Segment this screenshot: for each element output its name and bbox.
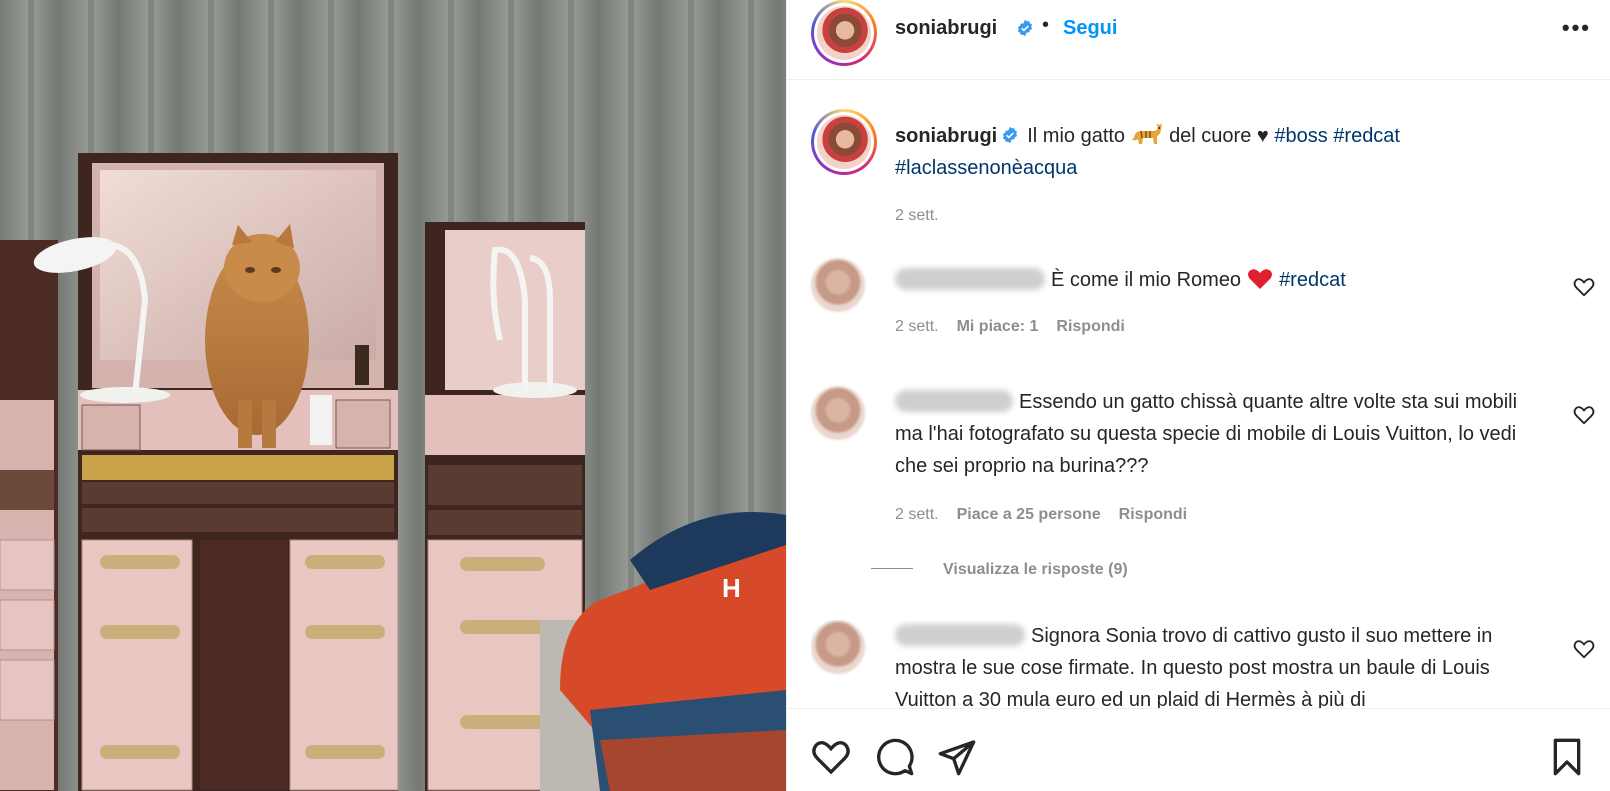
reply-button[interactable]: Rispondi [1056,318,1124,335]
reply-button[interactable]: Rispondi [1119,506,1187,523]
caption-text-before: Il mio gatto [1027,125,1126,147]
comment-text-block: Signora Sonia trovo di cattivo gusto il … [895,620,1525,708]
post-caption: soniabrugi Il mio gatto del cuore ♥ #boss … [895,120,1585,184]
comment-likes[interactable]: Piace a 25 persone [957,506,1101,523]
like-icon[interactable] [811,737,851,777]
hashtag-redcat[interactable]: #redcat [1279,269,1346,291]
post-details-panel: soniabrugi • Segui ••• soniabrugi Il mio … [786,0,1610,791]
view-replies-label: Visualizza le risposte (9) [943,561,1128,578]
red-heart-emoji-icon [1248,269,1273,289]
author-avatar[interactable] [811,0,877,66]
comment-text: È come il mio Romeo [1051,269,1242,291]
comment-icon[interactable] [875,737,915,777]
author-username[interactable]: soniabrugi [895,17,997,40]
commenter-username-blurred[interactable] [895,268,1045,290]
like-comment-icon[interactable] [1573,404,1595,426]
comment-text-block: Essendo un gatto chissà quante altre vol… [895,386,1525,482]
post-action-bar [787,708,1610,791]
commenter-avatar[interactable] [811,620,865,674]
like-comment-icon[interactable] [1573,638,1595,660]
commenter-avatar[interactable] [811,386,865,440]
view-replies-button[interactable]: Visualizza le risposte (9) [871,561,1128,579]
comment-item: Essendo un gatto chissà quante altre vol… [811,386,1601,586]
hashtag-laclassenoneacqua[interactable]: #laclassenonèacqua [895,157,1077,179]
more-options-button[interactable]: ••• [1562,15,1591,41]
follow-button[interactable]: Segui [1063,17,1117,40]
blanket-letter: H [722,573,741,603]
post-header: soniabrugi • Segui ••• [787,0,1610,80]
hashtag-boss[interactable]: #boss [1274,125,1327,147]
caption-username[interactable]: soniabrugi [895,125,997,147]
save-bookmark-icon[interactable] [1547,737,1587,777]
verified-badge-icon [1017,19,1033,37]
comment-meta: 2 sett. Piace a 25 persone Rispondi [895,506,1205,524]
caption-timestamp[interactable]: 2 sett. [895,207,939,225]
commenter-username-blurred[interactable] [895,390,1013,412]
post-image: H [0,0,786,791]
verified-badge-icon [1003,126,1018,144]
cat-emoji-icon [1132,123,1163,144]
post-photo[interactable]: H [0,0,786,791]
commenter-username-blurred[interactable] [895,624,1025,646]
comment-item: Signora Sonia trovo di cattivo gusto il … [811,620,1601,708]
comment-likes[interactable]: Mi piace: 1 [957,318,1039,335]
comment-text-block: È come il mio Romeo #redcat [895,264,1525,296]
comment-timestamp[interactable]: 2 sett. [895,506,939,523]
caption-avatar[interactable] [811,109,877,175]
header-separator: • [1042,14,1050,36]
share-icon[interactable] [937,737,977,777]
hashtag-redcat[interactable]: #redcat [1333,125,1400,147]
like-comment-icon[interactable] [1573,276,1595,298]
comment-timestamp[interactable]: 2 sett. [895,318,939,335]
caption-text-after: del cuore ♥ [1169,125,1269,147]
comment-item: È come il mio Romeo #redcat 2 sett. Mi pia… [811,258,1601,348]
replies-divider [871,568,913,569]
comment-meta: 2 sett. Mi piace: 1 Rispondi [895,318,1143,336]
commenter-avatar[interactable] [811,258,865,312]
